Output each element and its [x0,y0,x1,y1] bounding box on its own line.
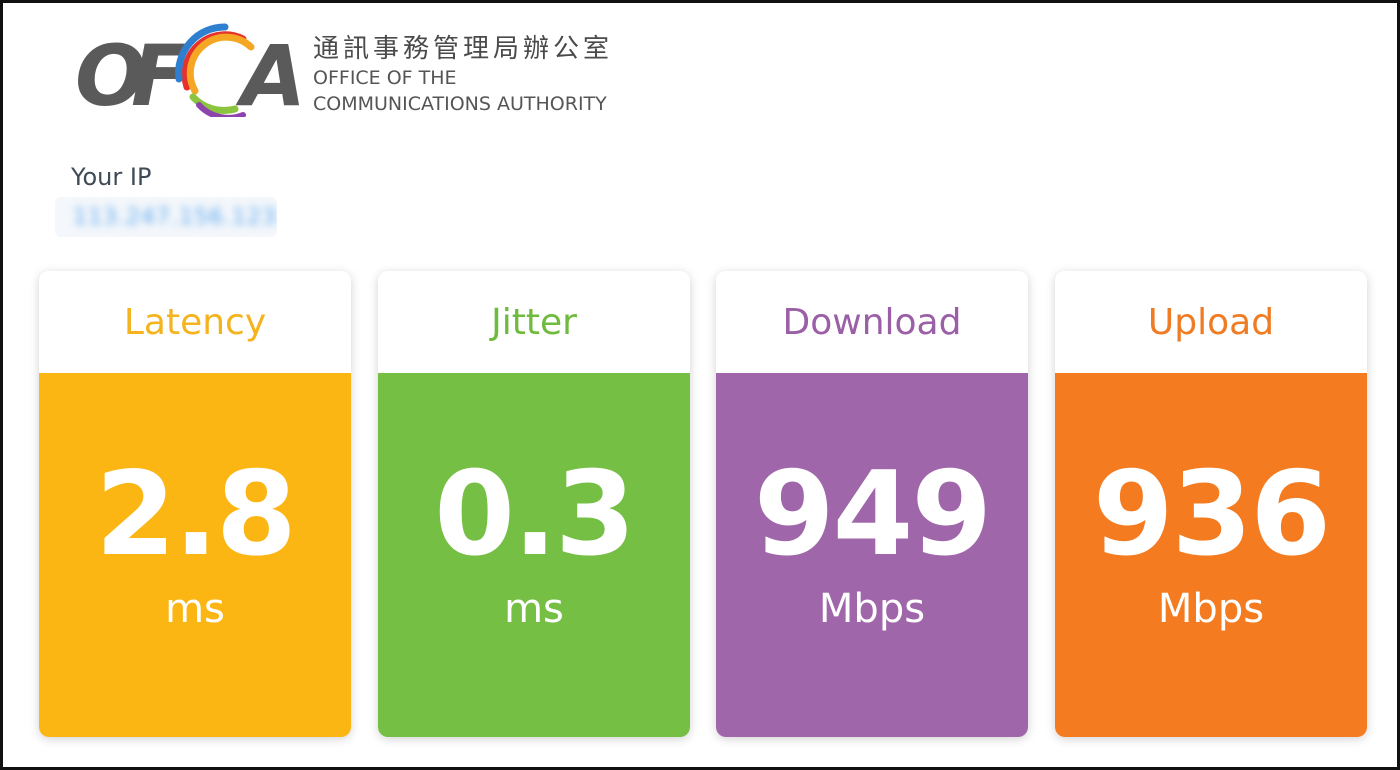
download-title: Download [716,271,1028,373]
org-name-english-line1: OFFICE OF THE [313,67,457,89]
download-unit: Mbps [818,586,926,632]
ip-label: Your IP [71,163,152,191]
jitter-body: 0.3 ms [378,373,690,737]
upload-title: Upload [1055,271,1367,373]
org-name-chinese: 通訊事務管理局辦公室 [313,34,614,64]
ip-address-value: 113.247.156.123 [55,197,277,237]
svg-text:A: A [235,27,306,117]
jitter-card: Jitter 0.3 ms [378,271,690,737]
upload-unit: Mbps [1157,586,1265,632]
latency-value: 2.8 [95,447,297,582]
upload-card: Upload 936 Mbps [1055,271,1367,737]
jitter-value: 0.3 [434,447,636,582]
metrics-cards: Latency 2.8 ms Jitter 0.3 ms Download 94… [39,271,1367,737]
latency-title: Latency [39,271,351,373]
ofca-logo[interactable]: O F A 通訊事務管理局辦公室 OFFICE OF THE COMMUNICA… [75,17,635,117]
speedtest-result-page: O F A 通訊事務管理局辦公室 OFFICE OF THE COMMUNICA… [0,0,1400,770]
logo-text: 通訊事務管理局辦公室 OFFICE OF THE COMMUNICATIONS … [313,33,613,117]
jitter-title: Jitter [378,271,690,373]
latency-unit: ms [165,586,225,632]
jitter-unit: ms [504,586,564,632]
download-card: Download 949 Mbps [716,271,1028,737]
latency-card: Latency 2.8 ms [39,271,351,737]
latency-body: 2.8 ms [39,373,351,737]
upload-value: 936 [1092,447,1331,582]
download-body: 949 Mbps [716,373,1028,737]
ofca-logo-mark-icon: O F A [75,23,306,117]
org-name-english-line2: COMMUNICATIONS AUTHORITY [313,93,607,115]
upload-body: 936 Mbps [1055,373,1367,737]
download-value: 949 [753,447,992,582]
ip-address-text: 113.247.156.123 [73,205,277,230]
